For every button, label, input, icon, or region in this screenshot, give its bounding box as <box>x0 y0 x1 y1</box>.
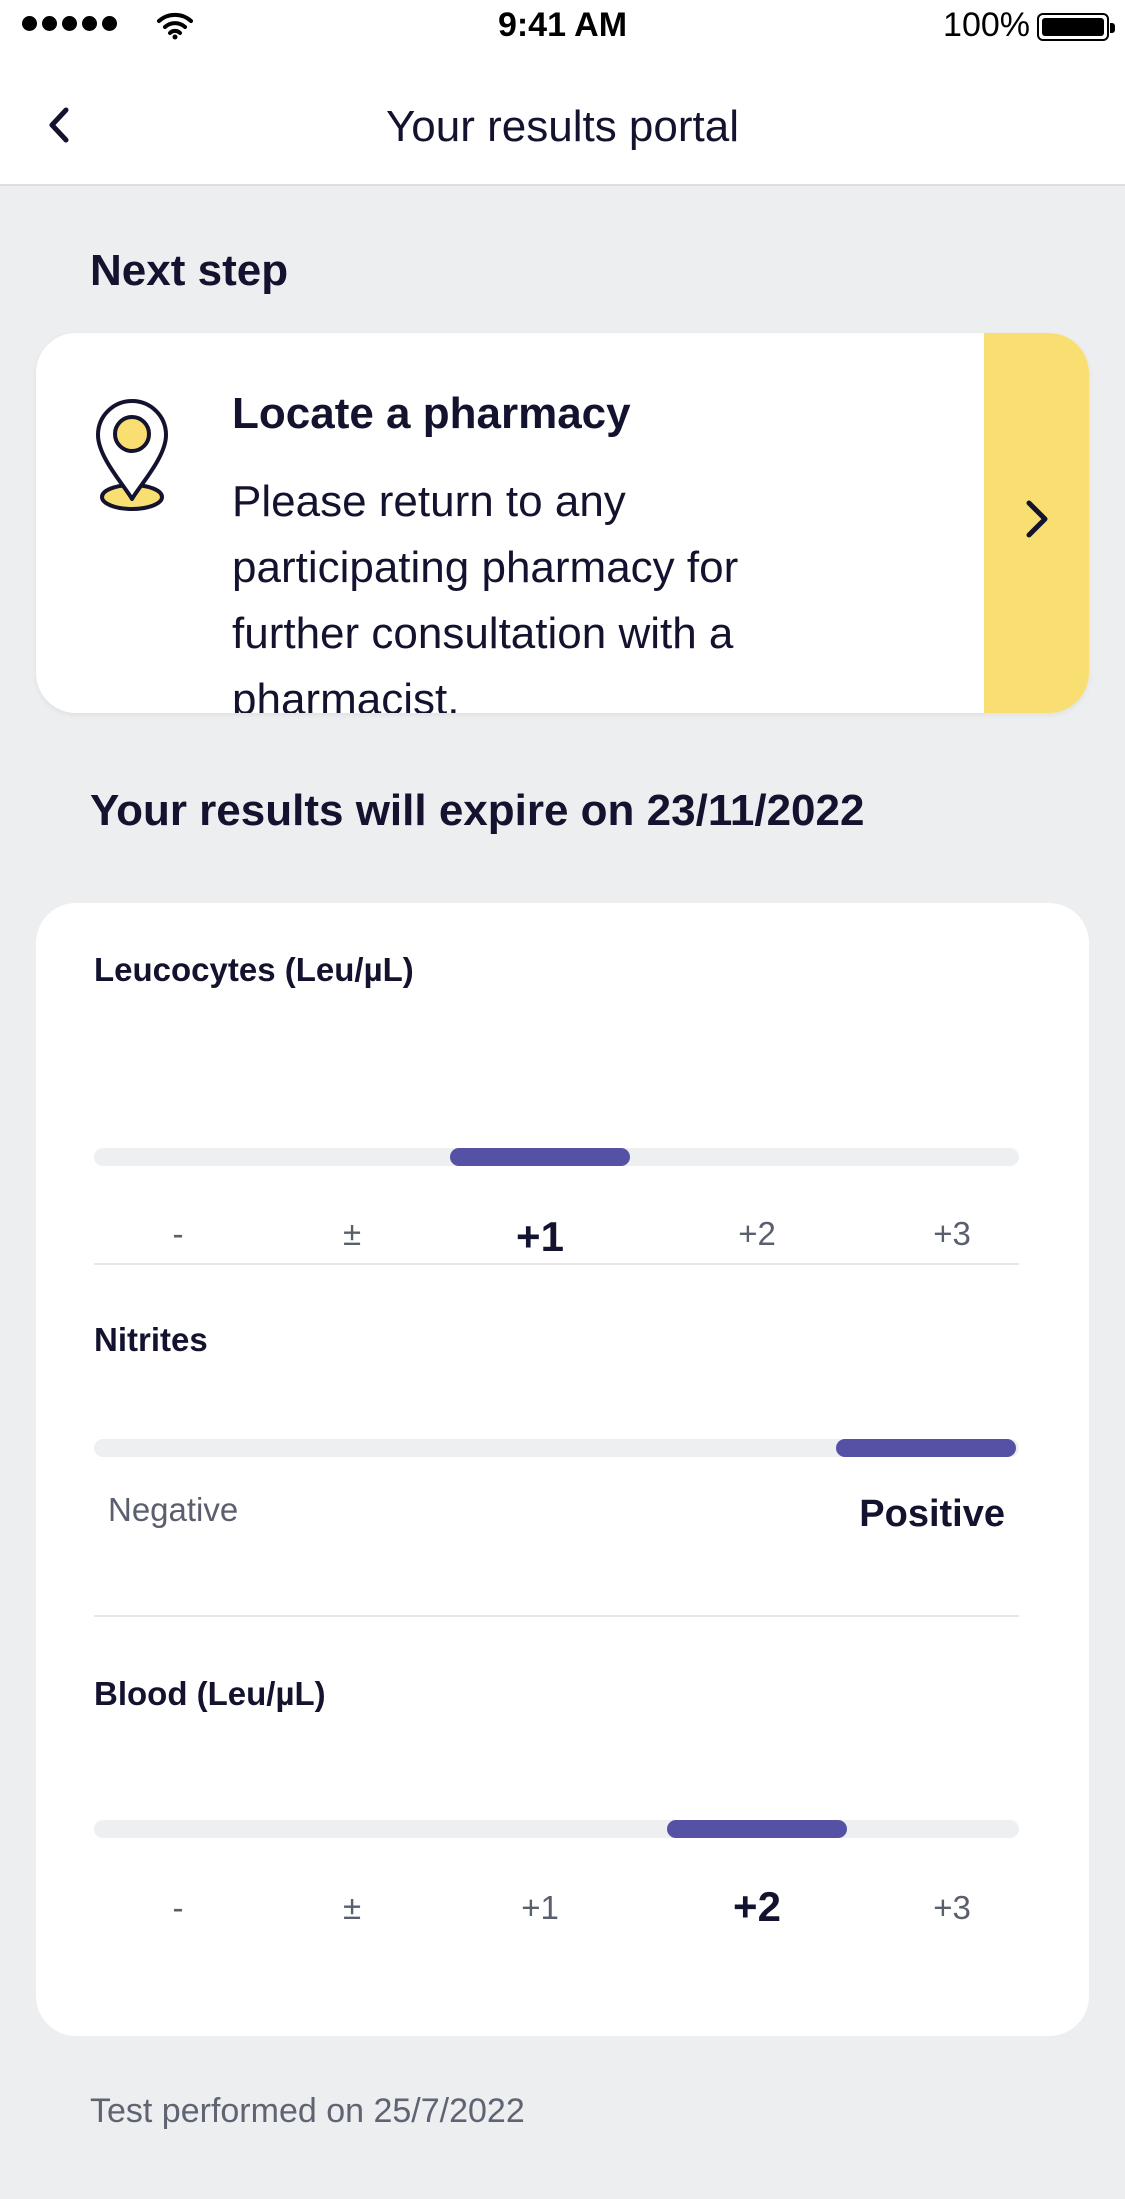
leucocytes-scale-label: +1 <box>516 1213 564 1260</box>
nitrites-negative-label: Negative <box>108 1491 239 1528</box>
page-title: Your results portal <box>385 102 739 151</box>
divider <box>94 1263 1019 1265</box>
leucocytes-scale-label: +3 <box>933 1215 971 1252</box>
leucocytes-scale-label: ± <box>342 1215 362 1252</box>
blood-scale-label: +2 <box>733 1883 781 1930</box>
leucocytes-level-indicator <box>450 1148 630 1166</box>
pharmacy-card-title: Locate a pharmacy <box>232 389 631 438</box>
battery-percentage: 100% <box>943 6 1030 44</box>
leucocytes-scale-track <box>94 1148 1019 1166</box>
nav-bar: Your results portal <box>0 60 1125 186</box>
nitrites-scale-track <box>94 1439 1019 1457</box>
status-bar: 9:41 AM 100% <box>0 0 1125 60</box>
chevron-right-icon <box>1026 500 1048 538</box>
expiry-heading: Your results will expire on 23/11/2022 <box>90 786 865 835</box>
battery-icon <box>1037 13 1115 41</box>
leucocytes-scale-label: - <box>172 1215 184 1252</box>
test-date-footer: Test performed on 25/7/2022 <box>90 2092 525 2130</box>
leucocytes-scale-label: +2 <box>738 1215 776 1252</box>
pharmacy-card-arrow-button[interactable] <box>984 333 1089 713</box>
blood-scale-label: +3 <box>933 1889 971 1926</box>
map-pin-icon <box>96 399 168 511</box>
blood-title: Blood (Leu/µL) <box>94 1675 326 1712</box>
blood-scale-track <box>94 1820 1019 1838</box>
leucocytes-title: Leucocytes (Leu/µL) <box>94 951 414 988</box>
locate-pharmacy-card[interactable]: Locate a pharmacy Please return to any p… <box>36 333 1089 713</box>
pharmacy-card-description: Please return to any participating pharm… <box>232 477 739 713</box>
blood-scale-label: +1 <box>521 1889 559 1926</box>
blood-scale-label: - <box>172 1889 184 1926</box>
blood-scale-label: ± <box>342 1889 362 1926</box>
blood-level-indicator <box>667 1820 847 1838</box>
next-step-heading: Next step <box>90 246 289 295</box>
divider <box>94 1615 1019 1617</box>
nitrites-positive-label: Positive <box>859 1493 1005 1535</box>
nitrites-level-indicator <box>836 1439 1016 1457</box>
nitrites-title: Nitrites <box>94 1321 208 1358</box>
results-card: Leucocytes (Leu/µL) - ± +1 +2 +3 Nitrites Ne… <box>36 903 1089 2036</box>
